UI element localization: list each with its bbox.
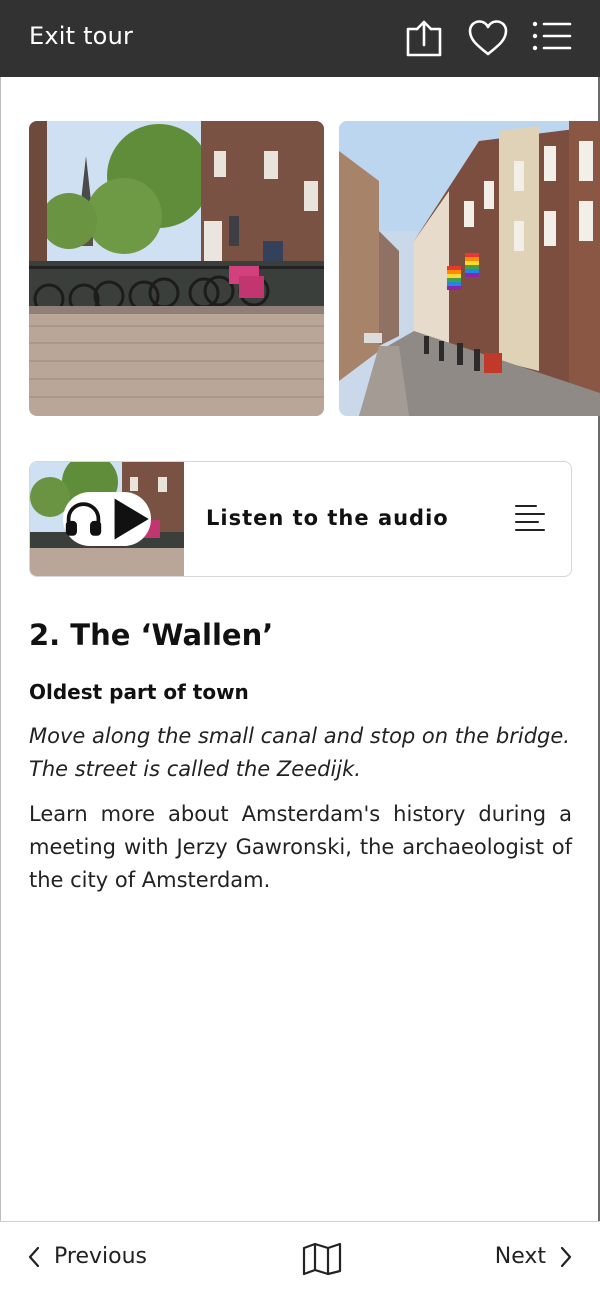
headphones-icon xyxy=(65,502,102,536)
zeedijk-street-flags-photo[interactable] xyxy=(339,121,600,416)
photo-gallery[interactable] xyxy=(29,121,600,416)
chevron-left-icon xyxy=(28,1246,40,1267)
audio-player-card[interactable]: Listen to the audio xyxy=(29,461,572,577)
stop-title: 2. The ‘Wallen’ xyxy=(29,618,274,652)
play-icon xyxy=(114,498,149,540)
canal-bridge-bicycles-photo[interactable] xyxy=(29,121,324,416)
previous-label: Previous xyxy=(54,1244,147,1269)
map-icon[interactable] xyxy=(302,1242,342,1276)
exit-tour-button[interactable]: Exit tour xyxy=(29,22,133,50)
share-icon[interactable] xyxy=(403,18,445,60)
stop-description: Learn more about Amsterdam's history dur… xyxy=(29,802,572,892)
previous-button[interactable]: Previous xyxy=(28,1244,147,1269)
list-menu-icon[interactable] xyxy=(531,18,573,60)
next-label: Next xyxy=(494,1244,546,1269)
heart-icon[interactable] xyxy=(467,18,509,60)
bottom-navigation: Previous Next xyxy=(0,1221,600,1300)
transcript-icon[interactable] xyxy=(514,502,548,536)
listen-audio-label: Listen to the audio xyxy=(206,506,449,530)
audio-thumbnail-image xyxy=(30,462,184,576)
screen-edge-left xyxy=(0,0,1,1299)
next-button[interactable]: Next xyxy=(495,1244,572,1269)
chevron-right-icon xyxy=(560,1246,572,1267)
play-audio-button[interactable] xyxy=(63,492,151,546)
top-bar: Exit tour xyxy=(0,0,600,77)
stop-instruction: Move along the small canal and stop on t… xyxy=(29,724,570,781)
stop-subtitle: Oldest part of town xyxy=(29,680,249,704)
